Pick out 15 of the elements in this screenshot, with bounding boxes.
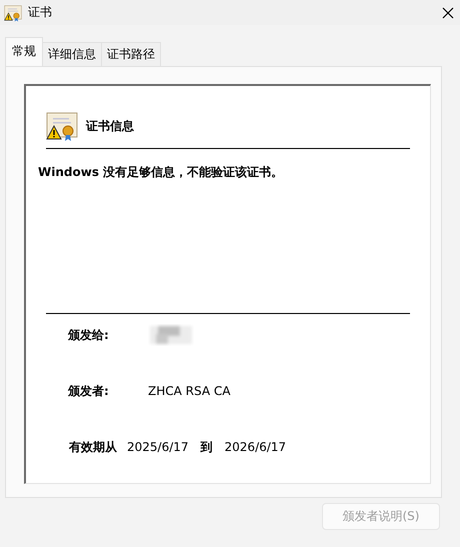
certificate-warning-icon <box>46 110 78 142</box>
field-label: 颁发者: <box>68 382 110 400</box>
close-icon[interactable] <box>442 6 454 18</box>
date-value: 2026/6/17 <box>224 440 286 454</box>
field-label: 到 <box>200 438 214 456</box>
field-label: 有效期从 <box>69 438 118 456</box>
issuer-value: ZHCA RSA CA <box>148 384 230 398</box>
tab[interactable]: 证书路径 <box>101 42 161 66</box>
warning-message: Windows 没有足够信息，不能验证该证书。 <box>38 164 284 181</box>
window-title: 证书 <box>28 4 53 21</box>
certificate-warning-icon <box>4 4 22 22</box>
tab[interactable]: 常规 <box>5 37 43 66</box>
date-value: 2025/6/17 <box>127 440 189 454</box>
field-label: 颁发给: <box>68 326 110 344</box>
section-heading: 证书信息 <box>86 118 134 134</box>
